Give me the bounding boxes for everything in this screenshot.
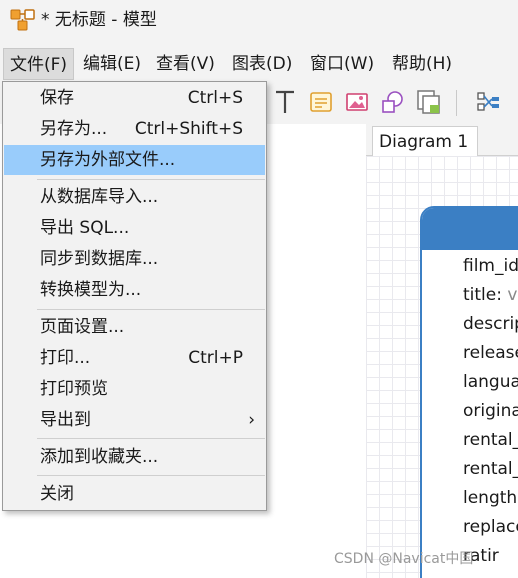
entity-header[interactable] [422,208,518,250]
watermark: CSDN @Navicat中国 [334,551,474,567]
layer-icon[interactable] [414,86,444,118]
menu-separator [37,475,265,476]
entity-field: langua [463,372,518,392]
file-menu-dropdown: 保存 Ctrl+S 另存为... Ctrl+Shift+S 另存为外部文件...… [2,81,267,511]
menu-item-sync-to-database[interactable]: 同步到数据库... [4,244,265,274]
entity-field: replace [463,517,518,537]
entity-field: title: va [463,285,518,305]
text-tool-icon[interactable] [270,86,300,118]
chevron-right-icon: › [248,410,255,430]
menu-view[interactable]: 查看(V) [150,48,221,80]
menu-item-convert-model[interactable]: 转换模型为... [4,275,265,305]
window-title: * 无标题 - 模型 [41,10,157,30]
image-icon[interactable] [342,86,372,118]
menu-diagram[interactable]: 图表(D) [226,48,298,80]
entity-field: rental_ [463,459,518,479]
title-bar: * 无标题 - 模型 [0,0,518,42]
toolbar [260,82,518,122]
menu-item-save-as-external[interactable]: 另存为外部文件... [4,145,265,175]
menu-window[interactable]: 窗口(W) [304,48,380,80]
menu-edit[interactable]: 编辑(E) [77,48,147,80]
toolbar-separator [456,90,457,116]
entity-field: descrip [463,314,518,334]
diagram-tab-strip: Diagram 1 [366,124,518,157]
menu-item-import-from-database[interactable]: 从数据库导入... [4,182,265,212]
entity-field: film_id [463,256,518,276]
menu-item-print[interactable]: 打印... Ctrl+P [4,343,265,373]
menu-item-export-to[interactable]: 导出到 › [4,405,265,435]
navicat-model-icon [10,9,35,31]
menu-bar: 文件(F) 编辑(E) 查看(V) 图表(D) 窗口(W) 帮助(H) [0,44,518,82]
menu-item-save-as[interactable]: 另存为... Ctrl+Shift+S [4,114,265,144]
menu-item-close[interactable]: 关闭 [4,479,265,509]
relation-icon[interactable] [474,86,504,118]
menu-help[interactable]: 帮助(H) [386,48,458,80]
shape-icon[interactable] [378,86,408,118]
entity-field: rental_d [463,430,518,450]
entity-field: origina [463,401,518,421]
menu-item-page-setup[interactable]: 页面设置... [4,312,265,342]
entity-field: release [463,343,518,363]
menu-separator [37,438,265,439]
menu-separator [37,179,265,180]
tab-diagram-1[interactable]: Diagram 1 [372,126,478,157]
menu-item-print-preview[interactable]: 打印预览 [4,374,265,404]
menu-file[interactable]: 文件(F) [3,48,75,80]
menu-item-save[interactable]: 保存 Ctrl+S [4,83,265,113]
menu-item-export-sql[interactable]: 导出 SQL... [4,213,265,243]
note-icon[interactable] [306,86,336,118]
menu-separator [37,309,265,310]
menu-item-add-to-favorites[interactable]: 添加到收藏夹... [4,442,265,472]
entity-field: length: [463,488,518,508]
